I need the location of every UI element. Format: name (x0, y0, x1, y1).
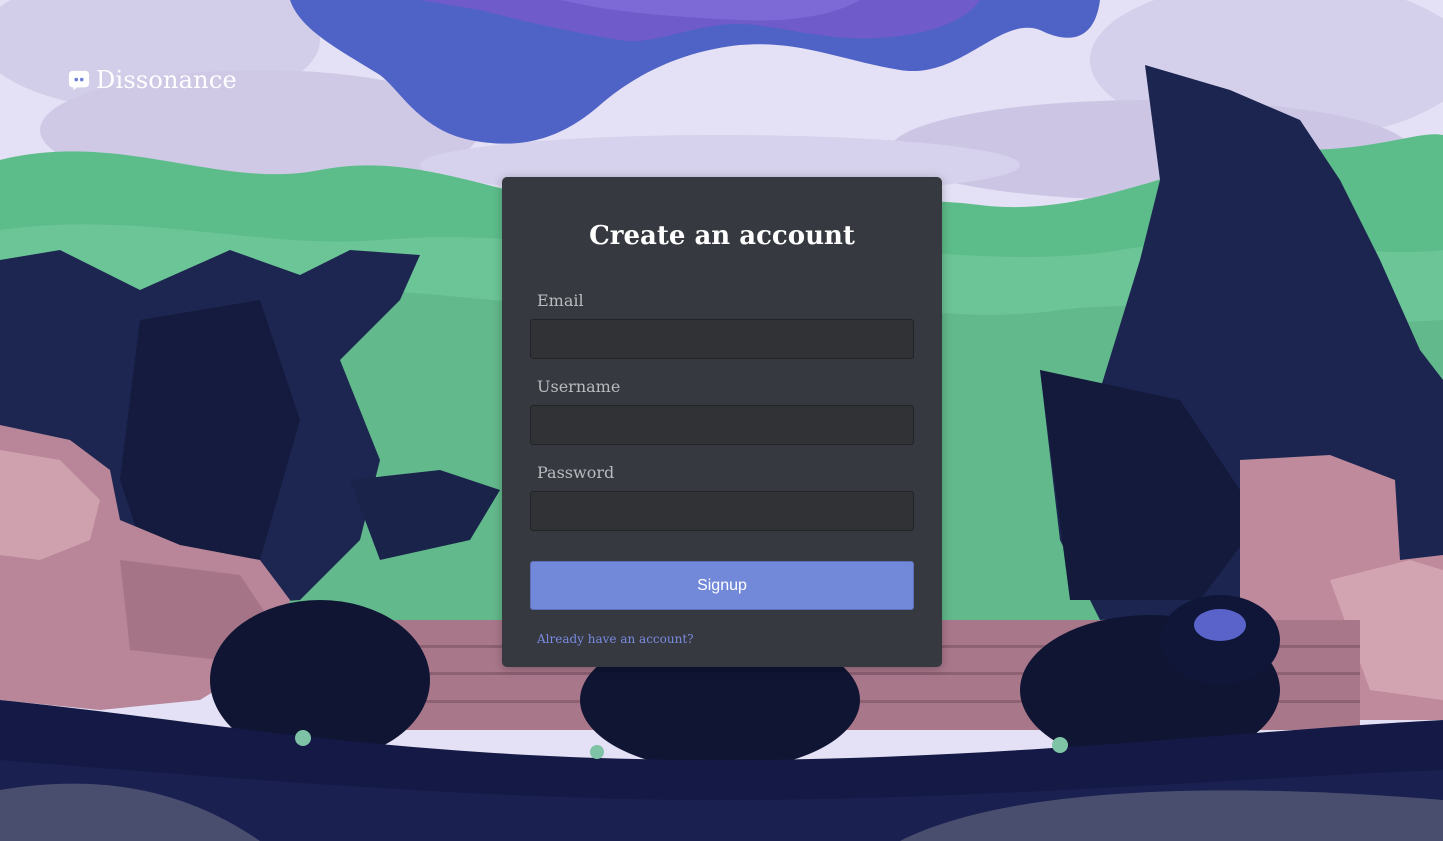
brand-logo[interactable]: Dissonance (68, 64, 237, 96)
discord-logo-icon (68, 70, 90, 91)
page-title: Create an account (589, 221, 855, 251)
username-label: Username (537, 377, 621, 396)
email-field[interactable] (530, 319, 914, 359)
password-label: Password (537, 463, 615, 482)
password-field[interactable] (530, 491, 914, 531)
signup-card: Create an account Email Username Passwor… (502, 177, 942, 667)
brand-name: Dissonance (96, 66, 237, 94)
login-link[interactable]: Already have an account? (537, 632, 694, 646)
email-label: Email (537, 291, 584, 310)
username-field[interactable] (530, 405, 914, 445)
signup-button[interactable]: Signup (530, 561, 914, 610)
